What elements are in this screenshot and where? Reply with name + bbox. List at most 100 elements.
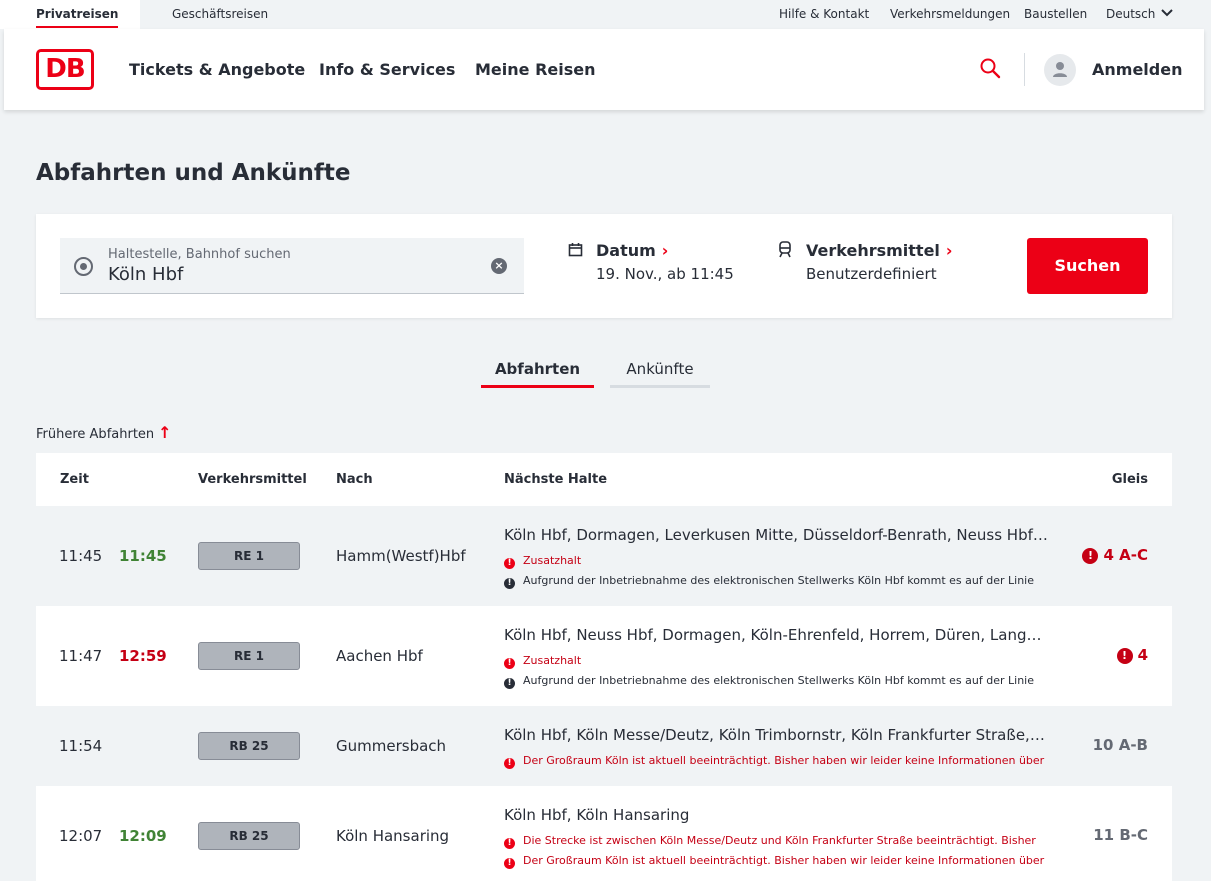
next-stops: Köln Hbf, Neuss Hbf, Dormagen, Köln-Ehre… [504,626,1049,644]
tab-departures-label: Abfahrten [494,360,581,378]
tab-arrivals[interactable]: Ankünfte [610,360,710,388]
main-header: DB Tickets & Angebote Info & Services Me… [4,29,1204,110]
destination: Aachen Hbf [336,647,423,665]
tab-arrivals-label: Ankünfte [626,360,694,378]
header-transport: Verkehrsmittel [198,472,307,487]
user-icon [1053,62,1067,77]
date-option[interactable]: Datum › [596,241,668,260]
login-button[interactable]: Anmelden [1092,60,1182,79]
next-stops: Köln Hbf, Dormagen, Leverkusen Mitte, Dü… [504,526,1049,544]
platform: 11 B-C [1093,826,1148,844]
alert-icon: ! [504,578,515,589]
planned-time: 11:54 [59,737,103,755]
planned-time: 11:45 [59,547,103,565]
stop-placeholder: Haltestelle, Bahnhof suchen [108,247,291,262]
platform: ! 4 [1116,646,1148,664]
notice: ! Aufgrund der Inbetriebnahme des elektro… [504,674,1049,689]
language-select[interactable]: Deutsch [1106,7,1173,21]
chevron-down-icon [1161,9,1173,17]
stop-value: Köln Hbf [108,264,184,285]
planned-time: 11:47 [59,647,103,665]
help-link[interactable]: Hilfe & Kontakt [779,7,869,21]
header-time: Zeit [60,472,89,487]
earlier-departures-link[interactable]: Frühere Abfahrten ↑ [36,423,172,442]
db-logo[interactable]: DB [36,49,94,90]
notice: ! Aufgrund der Inbetriebnahme des elektro… [504,574,1049,589]
departures-table: Zeit Verkehrsmittel Nach Nächste Halte G… [36,453,1172,881]
chevron-right-icon: › [945,241,953,260]
notice: ! Die Strecke ist zwischen Köln Messe/Deu… [504,834,1049,849]
destination: Hamm(Westf)Hbf [336,547,466,565]
train-badge: RB 25 [198,732,300,760]
utility-bar: Privatreisen Geschäftsreisen Hilfe & Kon… [0,0,1211,29]
transport-value: Benutzerdefiniert [806,265,937,283]
transport-label: Verkehrsmittel [806,241,940,260]
notice-text: Aufgrund der Inbetriebnahme des elektron… [523,674,1034,687]
actual-time: 11:45 [119,547,167,565]
traffic-link[interactable]: Verkehrsmeldungen [890,7,1010,21]
search-button[interactable]: Suchen [1027,238,1148,294]
platform-value: 11 B-C [1093,826,1148,844]
train-badge: RE 1 [198,542,300,570]
language-label: Deutsch [1106,7,1156,21]
tab-departures[interactable]: Abfahrten [481,360,594,388]
notice-text: Der Großraum Köln ist aktuell beeinträch… [523,854,1045,867]
next-stops: Köln Hbf, Köln Messe/Deutz, Köln Trimbor… [504,726,1049,744]
clear-icon[interactable]: × [491,258,507,274]
tab-indicator [610,385,710,388]
nav-my-trips[interactable]: Meine Reisen [475,60,596,79]
transport-option[interactable]: Verkehrsmittel › [806,241,953,260]
table-row[interactable]: 11:47 12:59 RE 1 Aachen Hbf Köln Hbf, Ne… [36,606,1172,706]
table-row[interactable]: 11:45 11:45 RE 1 Hamm(Westf)Hbf Köln Hbf… [36,506,1172,606]
next-stops: Köln Hbf, Köln Hansaring [504,806,690,824]
alert-icon: ! [504,838,515,849]
notice-text: Der Großraum Köln ist aktuell beeinträch… [523,754,1045,767]
search-icon[interactable] [979,57,1001,79]
header-stops: Nächste Halte [504,472,608,487]
alert-icon: ! [504,858,515,869]
construction-link[interactable]: Baustellen [1024,7,1087,21]
alert-icon: ! [1116,648,1133,664]
platform: 10 A-B [1093,736,1148,754]
alert-icon: ! [504,678,515,689]
table-row[interactable]: 12:07 12:09 RB 25 Köln Hansaring Köln Hb… [36,786,1172,881]
notice-text: Aufgrund der Inbetriebnahme des elektron… [523,574,1034,587]
notice-text: Die Strecke ist zwischen Köln Messe/Deut… [523,834,1036,847]
chevron-right-icon: › [661,241,669,260]
notice-text: Zusatzhalt [523,654,582,667]
notice: ! Der Großraum Köln ist aktuell beeinträc… [504,754,1049,769]
platform-value: 10 A-B [1092,736,1148,754]
table-row[interactable]: 11:54 RB 25 Gummersbach Köln Hbf, Köln M… [36,706,1172,786]
page-title: Abfahrten und Ankünfte [36,160,351,186]
date-value: 19. Nov., ab 11:45 [596,265,734,283]
header-divider [1024,53,1025,86]
header-platform: Gleis [1111,472,1148,487]
header-to: Nach [336,472,373,487]
date-label: Datum [596,241,656,260]
alert-icon: ! [504,758,515,769]
platform: ! 4 A-C [1082,546,1148,564]
platform-value: 4 A-C [1103,546,1148,564]
train-badge: RB 25 [198,822,300,850]
destination: Gummersbach [336,737,447,755]
destination: Köln Hansaring [336,827,450,845]
train-icon [779,241,791,258]
notice-text: Zusatzhalt [523,554,582,567]
train-badge: RE 1 [198,642,300,670]
tab-active-indicator [481,385,594,388]
planned-time: 12:07 [59,827,103,845]
notice: ! Zusatzhalt [504,654,1049,669]
alert-icon: ! [504,658,515,669]
calendar-icon [568,243,583,257]
earlier-departures-label: Frühere Abfahrten [36,427,155,442]
notice: ! Der Großraum Köln ist aktuell beeinträc… [504,854,1049,869]
tab-business[interactable]: Geschäftsreisen [172,7,268,21]
alert-icon: ! [1082,548,1099,564]
arrow-up-icon: ↑ [158,423,172,442]
nav-tickets[interactable]: Tickets & Angebote [129,60,305,79]
tab-private[interactable]: Privatreisen [0,0,140,29]
nav-info-services[interactable]: Info & Services [319,60,455,79]
avatar[interactable] [1044,54,1076,86]
actual-time: 12:59 [119,647,167,665]
stop-search-input[interactable]: Haltestelle, Bahnhof suchen Köln Hbf × [60,238,524,294]
